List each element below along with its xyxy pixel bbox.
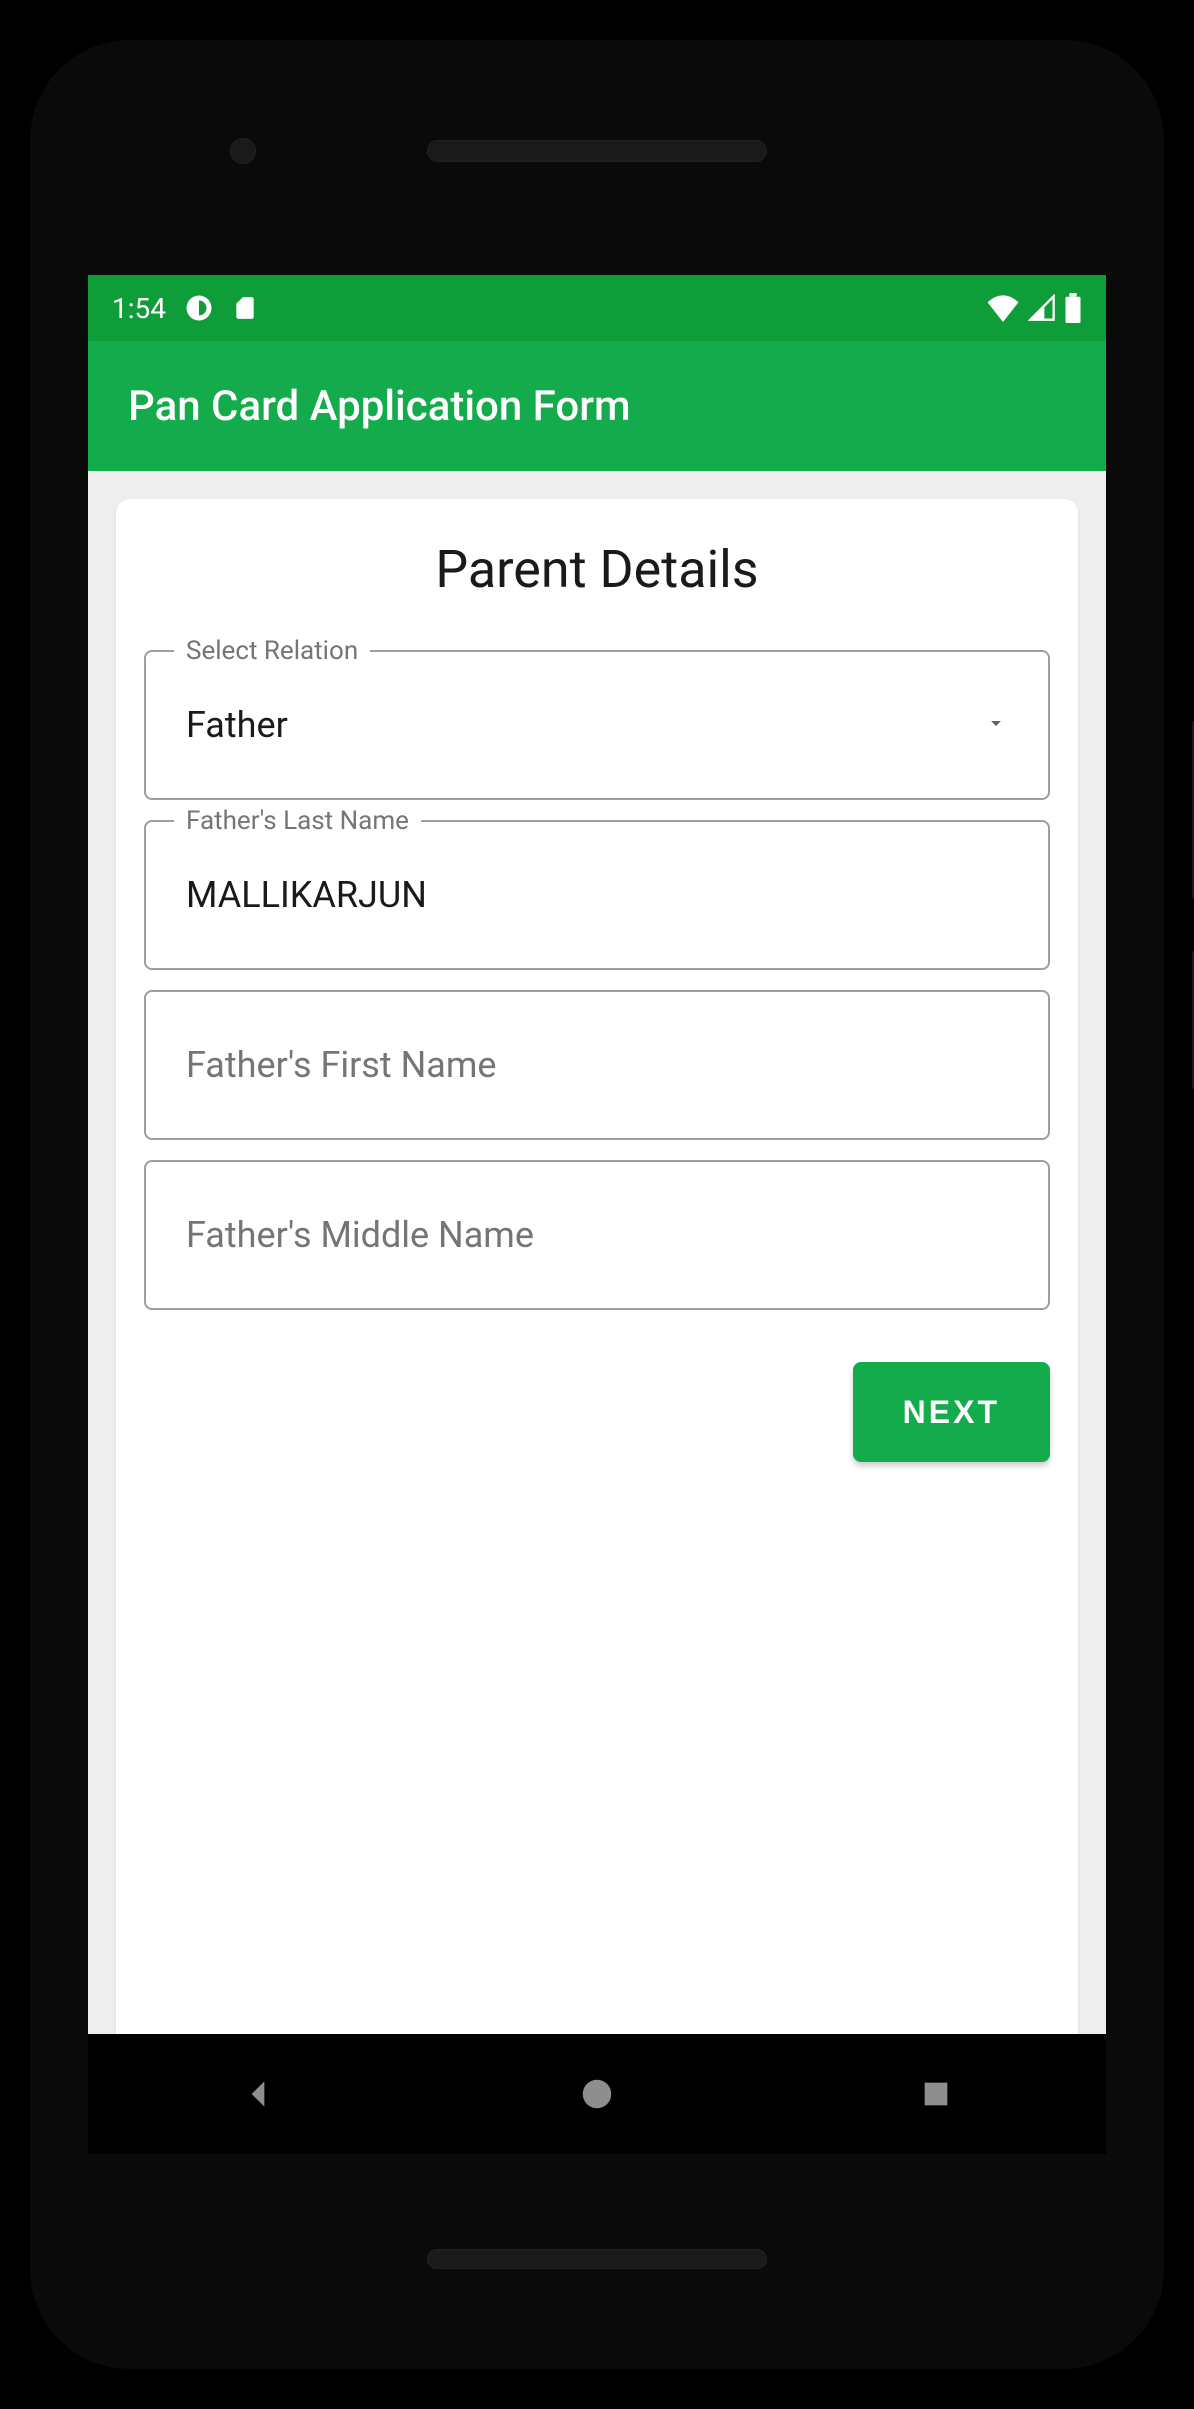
relation-label: Select Relation: [174, 636, 370, 666]
device-inner: 1:54: [30, 40, 1164, 2369]
form-card: Parent Details Select Relation Father: [116, 499, 1078, 2126]
wifi-icon: [986, 294, 1020, 322]
chevron-down-icon: [984, 711, 1008, 739]
sd-card-icon: [232, 293, 258, 323]
device-speaker-bottom: [427, 2249, 767, 2269]
lastname-label: Father's Last Name: [174, 806, 421, 836]
middlename-field: [144, 1160, 1050, 1310]
back-button[interactable]: [228, 2064, 288, 2124]
relation-field: Select Relation Father: [144, 650, 1050, 800]
screen: 1:54: [88, 275, 1106, 2154]
device-camera: [230, 138, 256, 164]
status-left: 1:54: [112, 292, 258, 325]
firstname-field: [144, 990, 1050, 1140]
lastname-field: Father's Last Name: [144, 820, 1050, 970]
content: Parent Details Select Relation Father: [88, 471, 1106, 2154]
home-button[interactable]: [567, 2064, 627, 2124]
app-title: Pan Card Application Form: [128, 382, 631, 431]
nav-bar: [88, 2034, 1106, 2154]
actions-row: NEXT: [144, 1362, 1050, 1462]
recent-button[interactable]: [906, 2064, 966, 2124]
status-right: [986, 293, 1082, 323]
device-speaker-top: [427, 140, 767, 162]
section-title: Parent Details: [144, 539, 1050, 600]
app-notification-icon: [184, 293, 214, 323]
firstname-input[interactable]: [186, 1044, 1008, 1086]
next-button[interactable]: NEXT: [853, 1362, 1050, 1462]
relation-select[interactable]: Select Relation Father: [144, 650, 1050, 800]
device-frame: 1:54: [0, 0, 1194, 2409]
status-time: 1:54: [112, 292, 166, 325]
signal-icon: [1028, 294, 1056, 322]
middlename-input[interactable]: [186, 1214, 1008, 1256]
app-bar: Pan Card Application Form: [88, 341, 1106, 471]
lastname-input[interactable]: [186, 874, 1008, 916]
battery-icon: [1064, 293, 1082, 323]
status-bar: 1:54: [88, 275, 1106, 341]
relation-value: Father: [186, 704, 984, 746]
